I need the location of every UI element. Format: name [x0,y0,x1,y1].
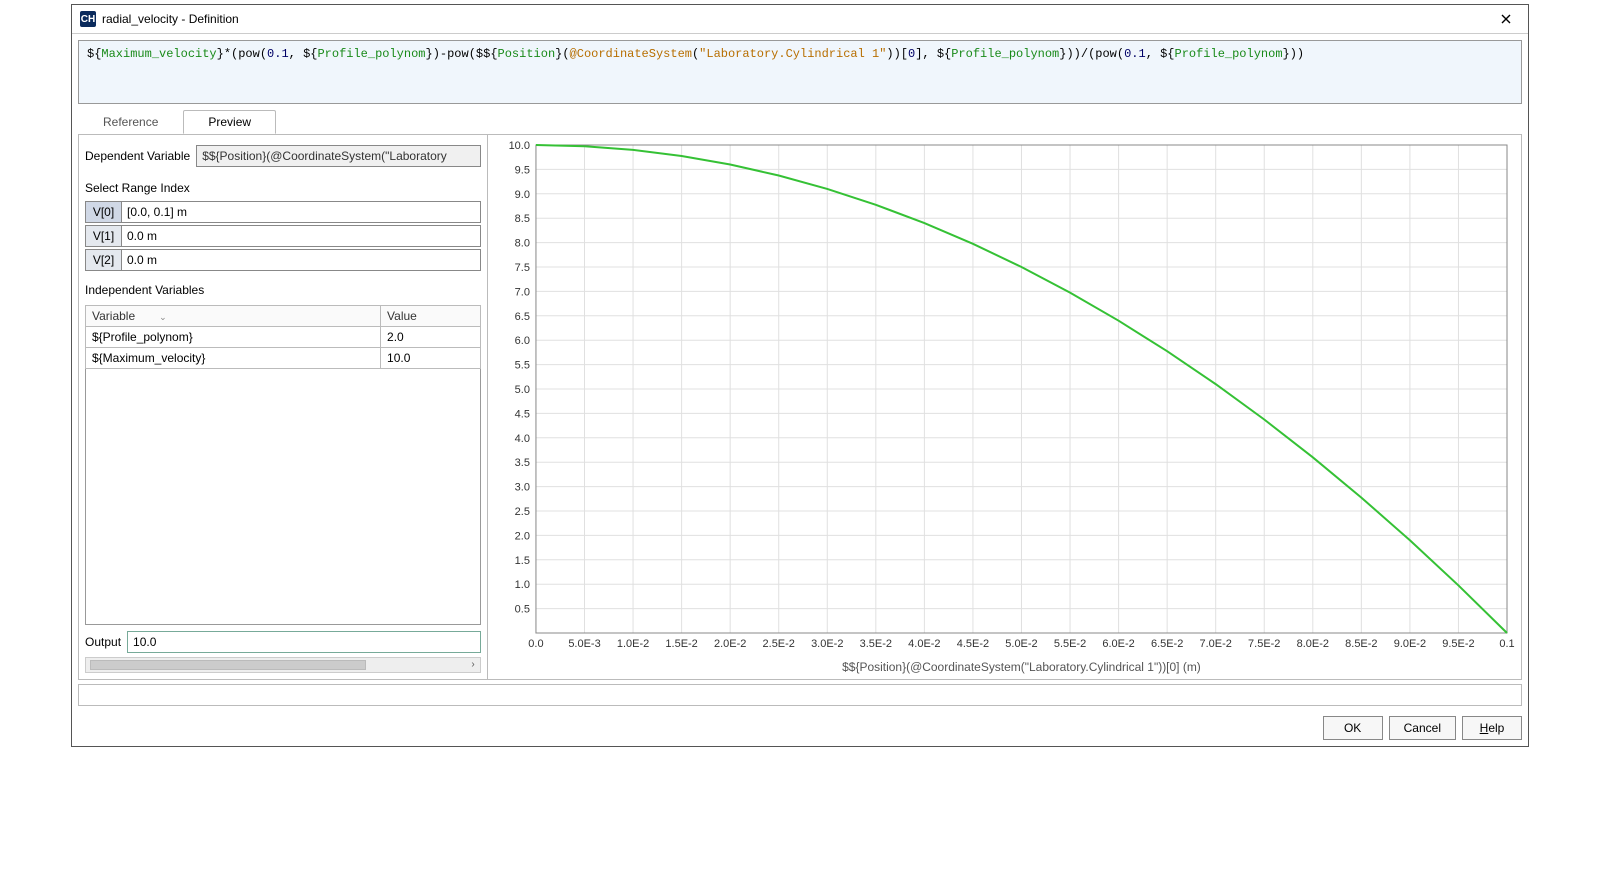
range-index: V[2] [86,250,122,270]
svg-text:7.0E-2: 7.0E-2 [1200,638,1232,650]
definition-dialog: CH radial_velocity - Definition ${Maximu… [71,4,1529,747]
range-entry-0[interactable]: V[0][0.0, 0.1] m [85,201,481,223]
app-icon: CH [80,11,96,27]
left-pane: Dependent Variable $${Position}(@Coordin… [78,135,488,680]
svg-text:1.5E-2: 1.5E-2 [665,638,697,650]
content-area: Dependent Variable $${Position}(@Coordin… [78,134,1522,680]
window-title: radial_velocity - Definition [102,12,1492,26]
svg-text:6.5E-2: 6.5E-2 [1151,638,1183,650]
message-bar [78,684,1522,706]
col-value[interactable]: Value [381,305,481,326]
svg-text:0.0: 0.0 [528,638,543,650]
svg-text:2.5: 2.5 [515,506,530,518]
svg-text:6.5: 6.5 [515,310,530,322]
svg-text:10.0: 10.0 [509,140,530,152]
svg-text:0.1: 0.1 [1499,638,1514,650]
tabbar: Reference Preview [78,110,1522,134]
svg-text:4.5: 4.5 [515,408,530,420]
cell-variable: ${Profile_polynom} [86,326,381,347]
scroll-thumb[interactable] [90,660,366,670]
svg-text:3.0: 3.0 [515,481,530,493]
svg-text:7.0: 7.0 [515,286,530,298]
output-row: Output 10.0 [85,631,481,653]
table-body-empty-area [85,369,481,625]
svg-text:9.0: 9.0 [515,188,530,200]
svg-text:8.0E-2: 8.0E-2 [1297,638,1329,650]
svg-text:7.5: 7.5 [515,262,530,274]
cell-variable: ${Maximum_velocity} [86,347,381,368]
range-index: V[1] [86,226,122,246]
plot-pane: 0.5 1.0 1.5 2.0 2.5 3.0 3.5 4.0 4.5 5.0 5.5 6.0 6.5 7… [488,135,1522,680]
svg-text:9.5E-2: 9.5E-2 [1442,638,1474,650]
svg-text:4.5E-2: 4.5E-2 [957,638,989,650]
svg-text:9.5: 9.5 [515,164,530,176]
svg-text:9.0E-2: 9.0E-2 [1394,638,1426,650]
close-button[interactable] [1492,9,1520,29]
help-button[interactable]: Help [1462,716,1522,740]
svg-text:5.0: 5.0 [515,384,530,396]
svg-text:8.5: 8.5 [515,213,530,225]
svg-text:5.5: 5.5 [515,359,530,371]
plot-area[interactable]: 0.5 1.0 1.5 2.0 2.5 3.0 3.5 4.0 4.5 5.0 5.5 6.0 6.5 7… [490,137,1519,677]
range-value[interactable]: 0.0 m [122,226,480,246]
dependent-variable-row: Dependent Variable $${Position}(@Coordin… [85,145,481,167]
range-index-list: V[0][0.0, 0.1] mV[1]0.0 mV[2]0.0 m [85,199,481,273]
svg-text:4.0: 4.0 [515,432,530,444]
titlebar: CH radial_velocity - Definition [72,5,1528,34]
cell-value[interactable]: 2.0 [381,326,481,347]
svg-text:6.0: 6.0 [515,335,530,347]
output-value: 10.0 [127,631,481,653]
svg-text:$${Position}(@CoordinateSystem: $${Position}(@CoordinateSystem("Laborato… [842,660,1201,674]
range-index: V[0] [86,202,122,222]
output-label: Output [85,635,121,649]
range-index-label: Select Range Index [85,181,481,195]
ok-button[interactable]: OK [1323,716,1383,740]
independent-variables-label: Independent Variables [85,283,481,297]
svg-text:3.0E-2: 3.0E-2 [811,638,843,650]
svg-text:5.5E-2: 5.5E-2 [1054,638,1086,650]
dependent-variable-label: Dependent Variable [85,149,190,163]
table-row[interactable]: ${Profile_polynom}2.0 [86,326,481,347]
range-value[interactable]: 0.0 m [122,250,480,270]
svg-text:1.0: 1.0 [515,579,530,591]
svg-text:8.5E-2: 8.5E-2 [1345,638,1377,650]
tab-preview[interactable]: Preview [183,110,276,134]
table-row[interactable]: ${Maximum_velocity}10.0 [86,347,481,368]
svg-text:2.0E-2: 2.0E-2 [714,638,746,650]
svg-text:4.0E-2: 4.0E-2 [908,638,940,650]
range-entry-1[interactable]: V[1]0.0 m [85,225,481,247]
close-icon [1501,14,1511,24]
cancel-button[interactable]: Cancel [1389,716,1456,740]
svg-text:3.5: 3.5 [515,457,530,469]
scroll-right-icon[interactable]: › [466,658,480,672]
horizontal-scrollbar[interactable]: ‹ › [85,657,481,673]
button-row: OK Cancel Help [72,710,1528,746]
svg-text:8.0: 8.0 [515,237,530,249]
svg-text:1.5: 1.5 [515,554,530,566]
dependent-variable-value: $${Position}(@CoordinateSystem("Laborato… [196,145,481,167]
svg-text:5.0E-3: 5.0E-3 [568,638,600,650]
svg-text:2.0: 2.0 [515,530,530,542]
col-variable[interactable]: Variable⌄ [86,305,381,326]
svg-text:1.0E-2: 1.0E-2 [617,638,649,650]
svg-text:3.5E-2: 3.5E-2 [860,638,892,650]
formula-editor[interactable]: ${Maximum_velocity}*(pow(0.1, ${Profile_… [78,40,1522,104]
independent-variables-table: Variable⌄ Value ${Profile_polynom}2.0${M… [85,305,481,369]
svg-text:0.5: 0.5 [515,603,530,615]
tab-reference[interactable]: Reference [78,110,183,134]
range-value[interactable]: [0.0, 0.1] m [122,202,480,222]
svg-text:5.0E-2: 5.0E-2 [1005,638,1037,650]
svg-text:7.5E-2: 7.5E-2 [1248,638,1280,650]
svg-text:2.5E-2: 2.5E-2 [763,638,795,650]
svg-text:6.0E-2: 6.0E-2 [1102,638,1134,650]
range-entry-2[interactable]: V[2]0.0 m [85,249,481,271]
cell-value[interactable]: 10.0 [381,347,481,368]
